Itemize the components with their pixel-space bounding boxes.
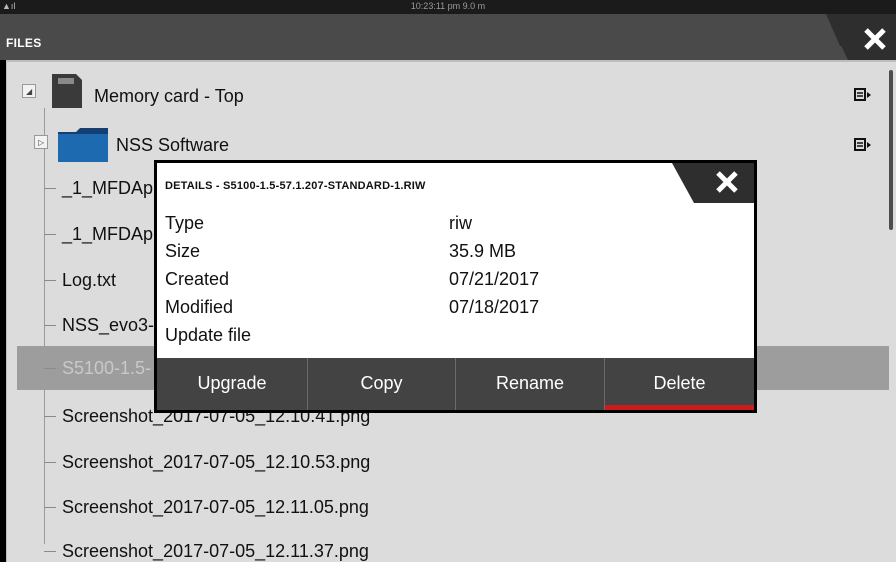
tree-item-memory-card[interactable]: ◢ Memory card - Top [10, 74, 880, 118]
modified-label: Modified [165, 297, 234, 317]
file-item[interactable]: Screenshot_2017-07-05_12.10.53.png [10, 440, 880, 484]
clock-readout: 10:23:11 pm 9.0 m [410, 1, 486, 11]
focus-indicator [605, 405, 754, 410]
tree-connector [44, 188, 56, 189]
modified-value: 07/18/2017 [449, 297, 540, 317]
delete-button[interactable]: Delete [604, 358, 754, 410]
tree-connector [44, 325, 56, 326]
copy-button[interactable]: Copy [307, 358, 455, 410]
expand-toggle[interactable]: ▷ [34, 135, 48, 149]
file-name: _1_MFDApp [62, 224, 164, 244]
page-title: FILES [6, 36, 42, 50]
sd-card-icon [52, 74, 82, 108]
type-label: Type [165, 213, 205, 233]
file-item[interactable]: Screenshot_2017-07-05_12.11.37.png [10, 529, 880, 562]
tree-connector [44, 234, 56, 235]
tree-connector [44, 462, 56, 463]
file-description: Update file [165, 325, 252, 345]
context-menu-icon[interactable] [854, 138, 872, 152]
created-value: 07/21/2017 [449, 269, 540, 289]
header-bar: FILES [0, 14, 896, 60]
file-item[interactable]: Screenshot_2017-07-05_12.11.05.png [10, 485, 880, 529]
file-name: Screenshot_2017-07-05_12.11.05.png [62, 497, 369, 517]
dialog-title: DETAILS - S5100-1.5-57.1.207-STANDARD-1.… [165, 180, 426, 192]
triangle-right-icon: ▷ [38, 138, 45, 147]
folder-icon [58, 128, 108, 162]
tree-item-label: NSS Software [116, 135, 230, 155]
scrollbar[interactable] [889, 70, 893, 230]
context-menu-icon[interactable] [854, 88, 872, 102]
delete-button-label: Delete [653, 373, 706, 393]
tree-connector [44, 368, 56, 369]
upgrade-button[interactable]: Upgrade [157, 358, 307, 410]
details-dialog-body: DETAILS - S5100-1.5-57.1.207-STANDARD-1.… [157, 163, 754, 410]
close-icon [672, 163, 754, 203]
size-label: Size [165, 241, 201, 261]
file-name: Screenshot_2017-07-05_12.10.53.png [62, 452, 371, 472]
tree-connector [44, 507, 56, 508]
collapse-toggle[interactable]: ◢ [22, 84, 36, 98]
tree-item-label: Memory card - Top [94, 86, 244, 106]
size-value: 35.9 MB [449, 241, 517, 261]
file-name: Log.txt [62, 270, 117, 290]
type-value: riw [449, 213, 472, 233]
created-label: Created [165, 269, 230, 289]
close-icon [826, 14, 896, 60]
file-name: Screenshot_2017-07-05_12.11.37.png [62, 541, 369, 561]
file-name: S5100-1.5- [62, 358, 152, 378]
file-name: NSS_evo3-2 [62, 315, 165, 335]
close-button[interactable] [826, 14, 896, 60]
file-name: _1_MFDApp [62, 178, 164, 198]
tree-connector [44, 280, 56, 281]
tree-connector [44, 416, 56, 417]
dialog-button-bar: Upgrade Copy Rename Delete [157, 358, 754, 410]
dialog-close-button[interactable] [672, 163, 754, 203]
tree-connector [44, 551, 56, 552]
status-bar: ▲ıl 10:23:11 pm 9.0 m [0, 0, 896, 14]
rename-button[interactable]: Rename [455, 358, 604, 410]
details-dialog: DETAILS - S5100-1.5-57.1.207-STANDARD-1.… [154, 160, 757, 413]
triangle-down-icon: ◢ [26, 87, 33, 96]
